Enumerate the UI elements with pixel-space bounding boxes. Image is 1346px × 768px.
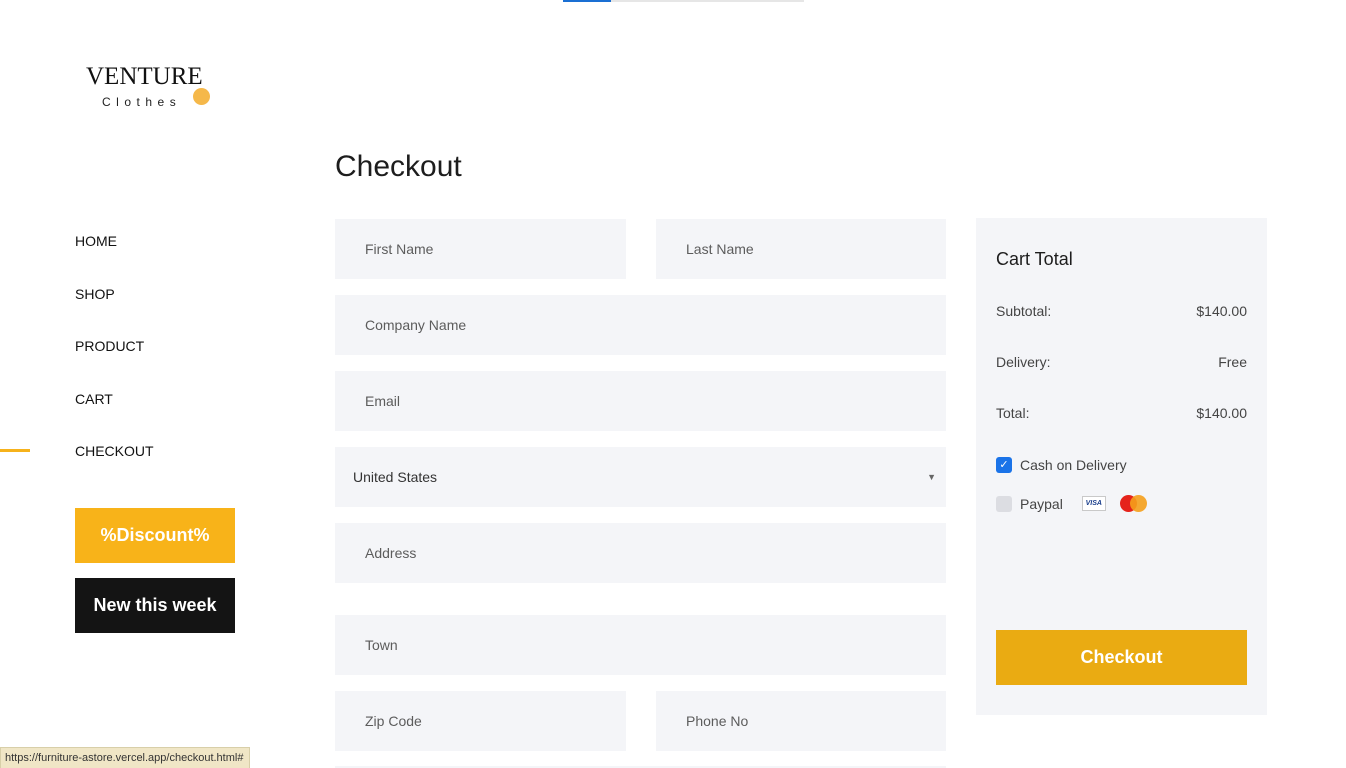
visa-card-icon: VISA xyxy=(1081,496,1106,511)
paypal-option[interactable]: Paypal VISA xyxy=(996,495,1148,512)
brand-tagline: Clothes xyxy=(102,95,182,109)
country-select[interactable]: United States ▼ xyxy=(335,447,946,507)
checkout-button[interactable]: Checkout xyxy=(996,630,1247,685)
country-value: United States xyxy=(353,469,438,485)
delivery-label: Delivery: xyxy=(996,354,1051,370)
nav-item-shop[interactable]: SHOP xyxy=(75,286,115,302)
mastercard-icon xyxy=(1119,495,1148,512)
phone-placeholder: Phone No xyxy=(686,713,749,729)
nav-item-cart[interactable]: CART xyxy=(75,391,113,407)
brand-logo[interactable]: VENTURE Clothes xyxy=(86,62,216,112)
company-name-field[interactable]: Company Name xyxy=(335,295,946,355)
first-name-placeholder: First Name xyxy=(365,241,434,257)
subtotal-label: Subtotal: xyxy=(996,303,1052,319)
paypal-checkbox[interactable] xyxy=(996,495,1012,512)
total-value: $140.00 xyxy=(1196,405,1247,421)
subtotal-row: Subtotal: $140.00 xyxy=(996,303,1247,319)
email-field[interactable]: Email xyxy=(335,371,946,431)
new-this-week-button[interactable]: New this week xyxy=(75,578,235,633)
cart-total-panel: Cart Total Subtotal: $140.00 Delivery: F… xyxy=(976,218,1267,715)
company-name-placeholder: Company Name xyxy=(365,317,467,333)
status-bar-url: https://furniture-astore.vercel.app/chec… xyxy=(0,747,251,768)
first-name-field[interactable]: First Name xyxy=(335,219,626,279)
paypal-label: Paypal xyxy=(1020,495,1063,512)
brand-name: VENTURE xyxy=(86,63,203,90)
subtotal-value: $140.00 xyxy=(1196,303,1247,319)
zip-code-placeholder: Zip Code xyxy=(365,713,422,729)
delivery-value: Free xyxy=(1218,354,1247,370)
scroll-indicator-fill xyxy=(563,0,611,2)
chevron-down-icon: ▼ xyxy=(927,472,936,482)
page-title: Checkout xyxy=(335,150,462,183)
cash-on-delivery-label: Cash on Delivery xyxy=(1020,457,1127,473)
delivery-row: Delivery: Free xyxy=(996,354,1247,370)
phone-field[interactable]: Phone No xyxy=(656,691,946,751)
last-name-field[interactable]: Last Name xyxy=(656,219,946,279)
nav-item-checkout[interactable]: CHECKOUT xyxy=(75,443,154,459)
zip-code-field[interactable]: Zip Code xyxy=(335,691,626,751)
cart-title: Cart Total xyxy=(996,249,1073,269)
nav-active-indicator xyxy=(0,449,30,452)
cash-on-delivery-option[interactable]: ✓ Cash on Delivery xyxy=(996,457,1127,473)
town-field[interactable]: Town xyxy=(335,615,946,675)
total-row: Total: $140.00 xyxy=(996,405,1247,421)
total-label: Total: xyxy=(996,405,1030,421)
town-placeholder: Town xyxy=(365,637,398,653)
scroll-indicator xyxy=(563,0,804,2)
discount-button[interactable]: %Discount% xyxy=(75,508,235,563)
cash-on-delivery-checkbox[interactable]: ✓ xyxy=(996,457,1012,473)
last-name-placeholder: Last Name xyxy=(686,241,754,257)
address-placeholder: Address xyxy=(365,545,417,561)
nav-item-product[interactable]: PRODUCT xyxy=(75,338,144,354)
email-placeholder: Email xyxy=(365,393,401,409)
address-field[interactable]: Address xyxy=(335,523,946,583)
logo-dot xyxy=(193,88,210,105)
nav-item-home[interactable]: HOME xyxy=(75,233,117,249)
